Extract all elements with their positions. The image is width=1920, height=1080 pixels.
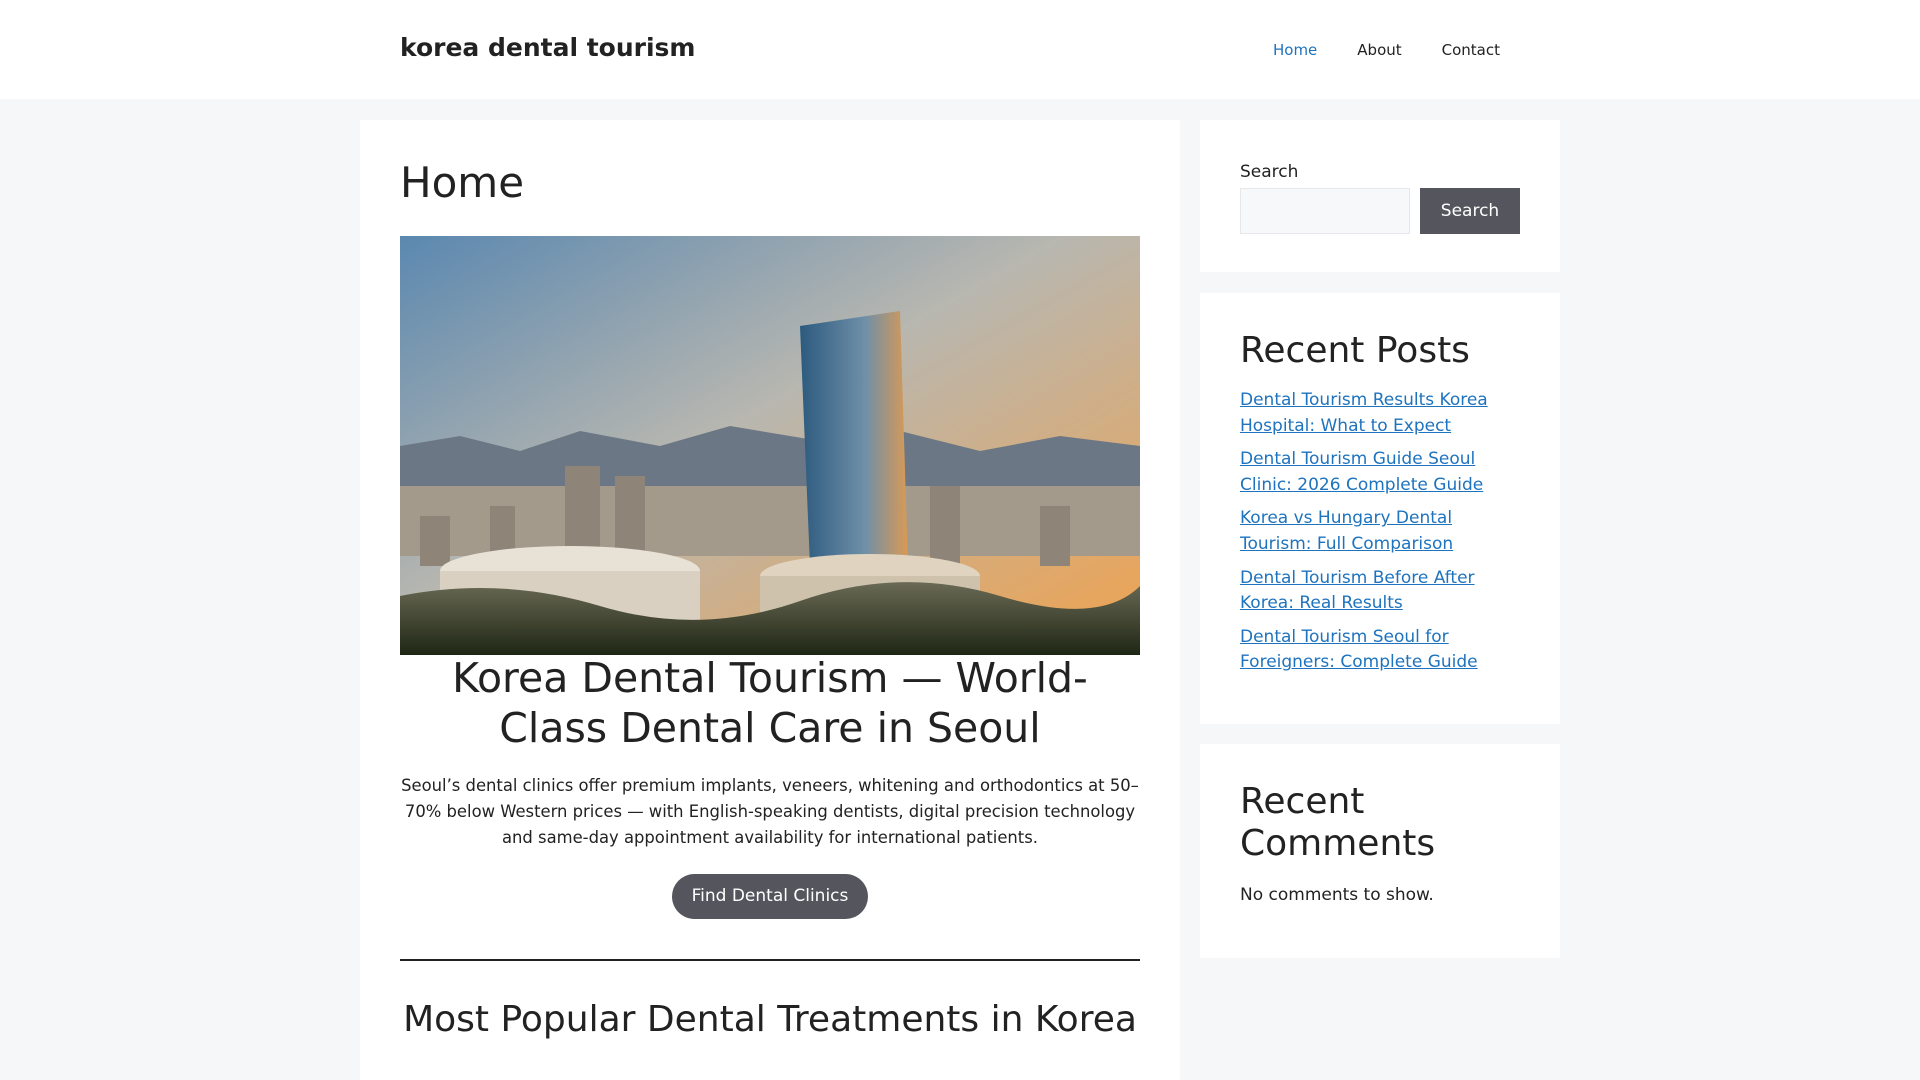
main-nav: Home About Contact [1253, 0, 1520, 99]
search-input[interactable] [1240, 188, 1410, 234]
search-widget: Search Search [1200, 120, 1560, 272]
divider [400, 959, 1140, 962]
page-title: Home [400, 158, 525, 207]
recent-posts-widget: Recent Posts Dental Tourism Results Kore… [1200, 293, 1560, 724]
recent-comments-title: Recent Comments [1240, 781, 1436, 864]
list-item: Dental Tourism Results Korea Hospital: W… [1240, 388, 1520, 439]
section-title: Most Popular Dental Treatments in Korea [403, 999, 1137, 1041]
find-clinics-button[interactable]: Find Dental Clinics [671, 874, 869, 920]
search-button[interactable]: Search [1420, 188, 1520, 234]
nav-about[interactable]: About [1337, 41, 1421, 59]
nav-home[interactable]: Home [1253, 41, 1337, 59]
recent-post-link[interactable]: Dental Tourism Results Korea Hospital: W… [1240, 390, 1488, 436]
recent-posts-title: Recent Posts [1240, 330, 1470, 371]
list-item: Dental Tourism Before After Korea: Real … [1240, 566, 1520, 617]
site-header: korea dental tourism Home About Contact [0, 0, 1920, 99]
recent-post-link[interactable]: Dental Tourism Seoul for Foreigners: Com… [1240, 627, 1478, 673]
hero-title: Korea Dental Tourism — World-Class Denta… [452, 654, 1088, 753]
recent-post-link[interactable]: Korea vs Hungary Dental Tourism: Full Co… [1240, 508, 1453, 554]
nav-contact[interactable]: Contact [1422, 41, 1520, 59]
main-article: Home Korea Dental Tourism — World-Class … [360, 120, 1180, 1080]
list-item: Dental Tourism Seoul for Foreigners: Com… [1240, 625, 1520, 676]
no-comments-text: No comments to show. [1240, 885, 1434, 905]
site-title[interactable]: korea dental tourism [400, 33, 695, 62]
recent-post-link[interactable]: Dental Tourism Before After Korea: Real … [1240, 568, 1475, 614]
hero-image [400, 236, 1140, 656]
list-item: Korea vs Hungary Dental Tourism: Full Co… [1240, 506, 1520, 557]
list-item: Dental Tourism Guide Seoul Clinic: 2026 … [1240, 447, 1520, 498]
recent-post-link[interactable]: Dental Tourism Guide Seoul Clinic: 2026 … [1240, 449, 1483, 495]
search-label: Search [1240, 162, 1299, 182]
hero-description: Seoul’s dental clinics offer premium imp… [401, 776, 1139, 847]
recent-comments-widget: Recent Comments No comments to show. [1200, 744, 1560, 958]
